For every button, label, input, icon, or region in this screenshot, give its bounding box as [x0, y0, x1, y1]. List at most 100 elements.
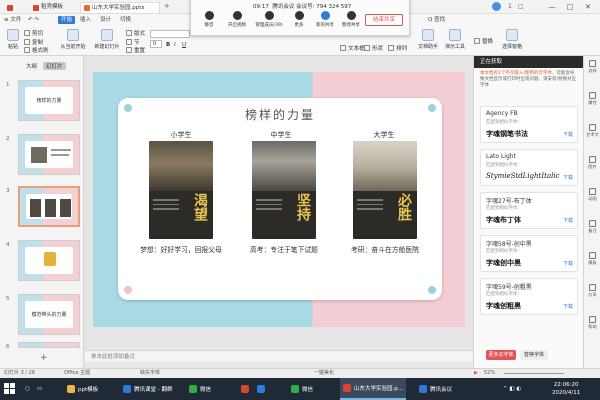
menu-home[interactable]: 开始 — [58, 16, 76, 24]
slide-thumbnail-1[interactable]: 榜样的力量 — [18, 80, 80, 121]
minimize-button[interactable]: — — [545, 1, 559, 13]
slide-title[interactable]: 榜样的力量 — [118, 106, 442, 123]
slide-canvas[interactable]: 榜样的力量 小学生 渴望 梦想：好好学习，回报父母 中学生 坚持 高考：专注于笔… — [85, 56, 473, 350]
font-size-select[interactable]: 0 — [150, 40, 162, 48]
menu-design[interactable]: 设计 — [100, 16, 111, 24]
menu-insert[interactable]: 插入 — [80, 16, 91, 24]
slide-thumbnail-3[interactable] — [18, 186, 80, 227]
font-card[interactable]: Lato Light 匹配到相似字体： StymieStdLightItalic… — [480, 149, 578, 186]
stop-share-button[interactable]: 结束共享 — [365, 14, 403, 26]
tab-home[interactable] — [4, 2, 16, 13]
font-card[interactable]: 字魂27号-布丁体 匹配到相似字体： 字魂布丁体 下载 — [480, 192, 578, 229]
zoom-level[interactable]: 52% — [484, 369, 495, 378]
section-button[interactable]: 节 — [126, 38, 140, 46]
tab-template[interactable]: 稻壳模板 — [30, 2, 76, 13]
menu-file[interactable]: ≡ 文件 — [4, 16, 21, 24]
sidebar-item-template[interactable]: 模板 — [584, 252, 600, 266]
sidebar-item-notes[interactable]: 备注 — [584, 220, 600, 234]
sidebar-item-share[interactable]: 分享 — [584, 284, 600, 298]
column-heading[interactable]: 大学生 — [349, 130, 419, 140]
layout-button[interactable]: 版式 — [126, 29, 145, 37]
copy-button[interactable]: 复制 — [24, 38, 43, 46]
taskbar-item[interactable]: ppt模板 — [64, 378, 101, 400]
select-pane-button[interactable]: 选择窗格 — [498, 29, 526, 50]
tray-icons[interactable]: ⌃ ◧ ◐ — [500, 378, 524, 400]
task-view-icon[interactable]: ▭ — [34, 378, 45, 400]
slide-thumbnail-4[interactable] — [18, 240, 80, 281]
paste-button[interactable]: 粘贴 — [2, 29, 24, 50]
taskbar-item[interactable]: 腾讯会议 — [416, 378, 455, 400]
notification-icon[interactable]: 1 — [508, 3, 512, 10]
download-font-button[interactable]: 下载 — [563, 217, 573, 224]
download-font-button[interactable]: 下载 — [563, 303, 573, 310]
column-heading[interactable]: 小学生 — [146, 130, 216, 140]
download-font-button[interactable]: 下载 — [563, 131, 573, 138]
textbox-button[interactable]: 文本框 — [340, 44, 365, 52]
sidebar-item-wordart[interactable]: 艺术字 — [584, 124, 600, 138]
taskbar-item[interactable]: 腾讯课堂 - 翻群 — [120, 378, 175, 400]
add-slide-button[interactable]: + — [40, 353, 48, 363]
mute-button[interactable]: 静音 — [197, 11, 221, 28]
sidebar-item-select[interactable]: 选择 — [584, 60, 600, 74]
column-heading[interactable]: 中学生 — [246, 130, 316, 140]
current-slide[interactable]: 榜样的力量 小学生 渴望 梦想：好好学习，回报父母 中学生 坚持 高考：专注于笔… — [93, 72, 465, 327]
font-card[interactable]: Agency FB 匹配到相似字体： 字魂钢笔书法 下载 — [480, 106, 578, 143]
taskbar-item[interactable] — [238, 378, 252, 400]
new-tab-button[interactable]: + — [164, 2, 170, 10]
avatar[interactable] — [492, 2, 501, 11]
sidebar-item-picture[interactable]: 图片 — [584, 156, 600, 170]
bold-button[interactable]: B — [166, 42, 170, 48]
poster-caption[interactable]: 考研：奋斗在方舱医院 — [330, 244, 440, 254]
presentation-tools-button[interactable]: 演示工具 — [442, 29, 468, 50]
tab-slides[interactable]: 幻灯片 — [43, 62, 66, 70]
format-painter-button[interactable]: 格式刷 — [24, 46, 49, 54]
slide-thumbnail-5[interactable]: 模范带头的力量 — [18, 294, 80, 335]
poster-middle[interactable]: 坚持 — [252, 141, 316, 239]
skin-icon[interactable]: □ — [518, 3, 524, 10]
download-font-button[interactable]: 下载 — [563, 260, 573, 267]
menu-transition[interactable]: 切换 — [120, 16, 131, 24]
windows-start-icon[interactable] — [4, 383, 16, 395]
shape-button[interactable]: 形状 — [364, 44, 383, 52]
italic-button[interactable]: I — [174, 42, 176, 48]
play-icon[interactable]: ▶ — [474, 369, 478, 378]
doc-assistant-button[interactable]: 文档助手 — [416, 29, 440, 50]
poster-primary[interactable]: 渴望 — [149, 141, 213, 239]
font-card[interactable]: 字魂59号-创粗黑 匹配到相似字体： 字魂创粗黑 下载 — [480, 278, 578, 315]
tab-document[interactable]: 山东大学实验园.pptx — [80, 2, 160, 13]
download-font-button[interactable]: 下载 — [563, 174, 573, 181]
poster-caption[interactable]: 高考：专注于笔下试题 — [229, 244, 339, 254]
more-button[interactable]: 更多 — [287, 11, 311, 28]
taskbar-item[interactable]: 微信 — [288, 378, 316, 400]
sidebar-item-properties[interactable]: 属性 — [584, 92, 600, 106]
taskbar-item[interactable] — [254, 378, 268, 400]
members-button[interactable]: 管理成员(39) — [253, 11, 285, 28]
notes-field[interactable]: 单击此处添加备注 — [85, 350, 473, 362]
sidebar-item-animation[interactable]: 动画 — [584, 188, 600, 202]
reset-button[interactable]: 重置 — [126, 46, 145, 54]
maximize-button[interactable]: □ — [563, 1, 577, 13]
sidebar-item-help[interactable]: 帮助 — [584, 316, 600, 330]
replace-font-button[interactable]: 替换字体 — [520, 350, 548, 360]
menu-undo-icon[interactable]: ↶ ↷ — [28, 16, 39, 24]
cut-button[interactable]: 剪切 — [24, 29, 43, 37]
poster-university[interactable]: 必胜 — [353, 141, 417, 239]
new-slide-button[interactable]: 新建幻灯片 — [92, 29, 122, 50]
slide-thumbnail-6[interactable] — [18, 342, 80, 348]
taskbar-item[interactable]: 微信 — [186, 378, 214, 400]
zoom-slider[interactable] — [504, 373, 564, 374]
play-from-current-button[interactable]: 从当前开始 — [58, 29, 88, 50]
new-share-button[interactable]: 新的共享 — [313, 11, 337, 28]
arrange-button[interactable]: 排列 — [388, 44, 407, 52]
font-card[interactable]: 字魂58号-创中黑 匹配到相似字体： 字魂创中黑 下载 — [480, 235, 578, 272]
system-clock[interactable]: 22:06:20 2020/4/11 — [552, 381, 580, 397]
video-button[interactable]: 开启视频 — [225, 11, 249, 28]
font-name-select[interactable] — [150, 30, 190, 38]
search-icon[interactable]: ○ — [22, 378, 33, 400]
underline-button[interactable]: U — [182, 42, 186, 48]
pause-share-button[interactable]: 暂停共享 — [339, 11, 363, 28]
menu-search[interactable]: Q 查找 — [428, 16, 445, 24]
close-button[interactable]: ✕ — [581, 1, 595, 13]
replace-button[interactable]: 替换 — [474, 37, 493, 45]
poster-caption[interactable]: 梦想：好好学习，回报父母 — [126, 244, 236, 254]
